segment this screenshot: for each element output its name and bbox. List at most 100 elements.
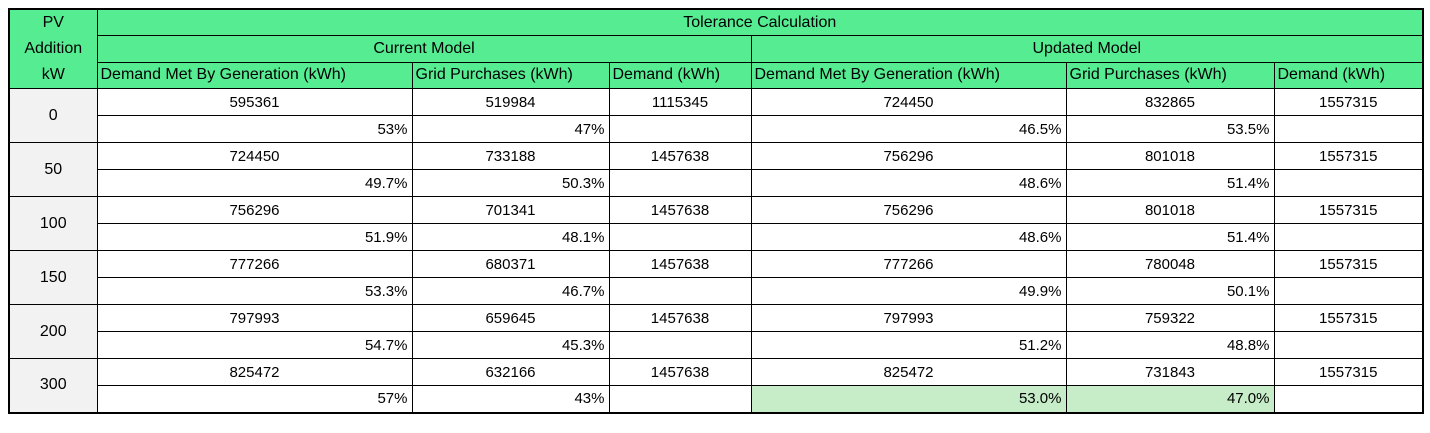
- empty-cell[interactable]: [609, 278, 751, 305]
- current-gen-value-cell[interactable]: 756296: [97, 197, 412, 224]
- current-grid-column-header[interactable]: Grid Purchases (kWh): [412, 62, 609, 89]
- current-grid-percent-cell[interactable]: 50.3%: [412, 170, 609, 197]
- current-grid-percent-cell[interactable]: 45.3%: [412, 332, 609, 359]
- current-gen-percent-cell[interactable]: 54.7%: [97, 332, 412, 359]
- updated-gen-percent-cell-highlighted[interactable]: 53.0%: [751, 386, 1066, 413]
- updated-gen-percent-cell[interactable]: 51.2%: [751, 332, 1066, 359]
- current-gen-column-header[interactable]: Demand Met By Generation (kWh): [97, 62, 412, 89]
- table-row: 0 595361 519984 1115345 724450 832865 15…: [9, 89, 1423, 116]
- current-gen-value-cell[interactable]: 825472: [97, 359, 412, 386]
- pv-addition-cell[interactable]: 300: [9, 359, 97, 413]
- updated-gen-value-cell[interactable]: 777266: [751, 251, 1066, 278]
- current-demand-value-cell[interactable]: 1457638: [609, 251, 751, 278]
- current-model-header-cell[interactable]: Current Model: [97, 36, 751, 63]
- pv-addition-header-cell[interactable]: PV Addition kW: [9, 9, 97, 89]
- empty-cell[interactable]: [609, 224, 751, 251]
- current-gen-percent-cell[interactable]: 51.9%: [97, 224, 412, 251]
- updated-grid-value-cell[interactable]: 801018: [1066, 197, 1274, 224]
- updated-grid-percent-cell[interactable]: 48.8%: [1066, 332, 1274, 359]
- updated-gen-percent-cell[interactable]: 49.9%: [751, 278, 1066, 305]
- spreadsheet-region: PV Addition kW Tolerance Calculation Cur…: [0, 0, 1430, 423]
- current-demand-value-cell[interactable]: 1457638: [609, 143, 751, 170]
- pv-header-line1: PV: [14, 10, 93, 36]
- updated-demand-value-cell[interactable]: 1557315: [1274, 305, 1423, 332]
- updated-gen-value-cell[interactable]: 756296: [751, 197, 1066, 224]
- table-row: 150 777266 680371 1457638 777266 780048 …: [9, 251, 1423, 278]
- updated-gen-value-cell[interactable]: 756296: [751, 143, 1066, 170]
- pv-addition-cell[interactable]: 150: [9, 251, 97, 305]
- updated-gen-value-cell[interactable]: 825472: [751, 359, 1066, 386]
- current-grid-value-cell[interactable]: 733188: [412, 143, 609, 170]
- current-grid-percent-cell[interactable]: 48.1%: [412, 224, 609, 251]
- updated-grid-percent-cell[interactable]: 51.4%: [1066, 224, 1274, 251]
- pv-addition-cell[interactable]: 0: [9, 89, 97, 143]
- current-gen-percent-cell[interactable]: 57%: [97, 386, 412, 413]
- pv-header-line2: Addition: [14, 36, 93, 62]
- current-gen-percent-cell[interactable]: 49.7%: [97, 170, 412, 197]
- updated-model-header-cell[interactable]: Updated Model: [751, 36, 1423, 63]
- current-gen-value-cell[interactable]: 595361: [97, 89, 412, 116]
- empty-cell[interactable]: [1274, 332, 1423, 359]
- empty-cell[interactable]: [609, 170, 751, 197]
- current-demand-value-cell[interactable]: 1457638: [609, 197, 751, 224]
- updated-gen-value-cell[interactable]: 724450: [751, 89, 1066, 116]
- updated-demand-value-cell[interactable]: 1557315: [1274, 197, 1423, 224]
- current-grid-value-cell[interactable]: 701341: [412, 197, 609, 224]
- current-gen-value-cell[interactable]: 724450: [97, 143, 412, 170]
- updated-demand-value-cell[interactable]: 1557315: [1274, 89, 1423, 116]
- current-demand-value-cell[interactable]: 1115345: [609, 89, 751, 116]
- updated-grid-percent-cell-highlighted[interactable]: 47.0%: [1066, 386, 1274, 413]
- current-grid-percent-cell[interactable]: 43%: [412, 386, 609, 413]
- updated-grid-column-header[interactable]: Grid Purchases (kWh): [1066, 62, 1274, 89]
- table-row: 51.9% 48.1% 48.6% 51.4%: [9, 224, 1423, 251]
- updated-demand-value-cell[interactable]: 1557315: [1274, 359, 1423, 386]
- empty-cell[interactable]: [1274, 224, 1423, 251]
- empty-cell[interactable]: [1274, 170, 1423, 197]
- empty-cell[interactable]: [1274, 116, 1423, 143]
- empty-cell[interactable]: [1274, 386, 1423, 413]
- updated-grid-percent-cell[interactable]: 53.5%: [1066, 116, 1274, 143]
- empty-cell[interactable]: [609, 386, 751, 413]
- current-demand-column-header[interactable]: Demand (kWh): [609, 62, 751, 89]
- updated-gen-percent-cell[interactable]: 46.5%: [751, 116, 1066, 143]
- pv-addition-cell[interactable]: 50: [9, 143, 97, 197]
- updated-grid-value-cell[interactable]: 832865: [1066, 89, 1274, 116]
- table-row: 53.3% 46.7% 49.9% 50.1%: [9, 278, 1423, 305]
- pv-addition-cell[interactable]: 200: [9, 305, 97, 359]
- updated-gen-value-cell[interactable]: 797993: [751, 305, 1066, 332]
- current-grid-value-cell[interactable]: 680371: [412, 251, 609, 278]
- updated-grid-percent-cell[interactable]: 51.4%: [1066, 170, 1274, 197]
- updated-demand-column-header[interactable]: Demand (kWh): [1274, 62, 1423, 89]
- table-row: 53% 47% 46.5% 53.5%: [9, 116, 1423, 143]
- table-title-cell[interactable]: Tolerance Calculation: [97, 9, 1423, 36]
- current-gen-percent-cell[interactable]: 53.3%: [97, 278, 412, 305]
- updated-demand-value-cell[interactable]: 1557315: [1274, 143, 1423, 170]
- current-gen-percent-cell[interactable]: 53%: [97, 116, 412, 143]
- current-gen-value-cell[interactable]: 777266: [97, 251, 412, 278]
- pv-addition-cell[interactable]: 100: [9, 197, 97, 251]
- current-demand-value-cell[interactable]: 1457638: [609, 359, 751, 386]
- current-grid-value-cell[interactable]: 659645: [412, 305, 609, 332]
- empty-cell[interactable]: [609, 116, 751, 143]
- current-grid-percent-cell[interactable]: 47%: [412, 116, 609, 143]
- updated-grid-percent-cell[interactable]: 50.1%: [1066, 278, 1274, 305]
- current-grid-value-cell[interactable]: 632166: [412, 359, 609, 386]
- empty-cell[interactable]: [1274, 278, 1423, 305]
- table-row: 54.7% 45.3% 51.2% 48.8%: [9, 332, 1423, 359]
- updated-grid-value-cell[interactable]: 731843: [1066, 359, 1274, 386]
- current-grid-value-cell[interactable]: 519984: [412, 89, 609, 116]
- current-grid-percent-cell[interactable]: 46.7%: [412, 278, 609, 305]
- updated-demand-value-cell[interactable]: 1557315: [1274, 251, 1423, 278]
- table-row: 200 797993 659645 1457638 797993 759322 …: [9, 305, 1423, 332]
- updated-gen-column-header[interactable]: Demand Met By Generation (kWh): [751, 62, 1066, 89]
- table-row: Current Model Updated Model: [9, 36, 1423, 63]
- current-demand-value-cell[interactable]: 1457638: [609, 305, 751, 332]
- tolerance-calculation-table: PV Addition kW Tolerance Calculation Cur…: [8, 8, 1424, 414]
- empty-cell[interactable]: [609, 332, 751, 359]
- current-gen-value-cell[interactable]: 797993: [97, 305, 412, 332]
- updated-gen-percent-cell[interactable]: 48.6%: [751, 170, 1066, 197]
- updated-grid-value-cell[interactable]: 801018: [1066, 143, 1274, 170]
- updated-gen-percent-cell[interactable]: 48.6%: [751, 224, 1066, 251]
- updated-grid-value-cell[interactable]: 759322: [1066, 305, 1274, 332]
- updated-grid-value-cell[interactable]: 780048: [1066, 251, 1274, 278]
